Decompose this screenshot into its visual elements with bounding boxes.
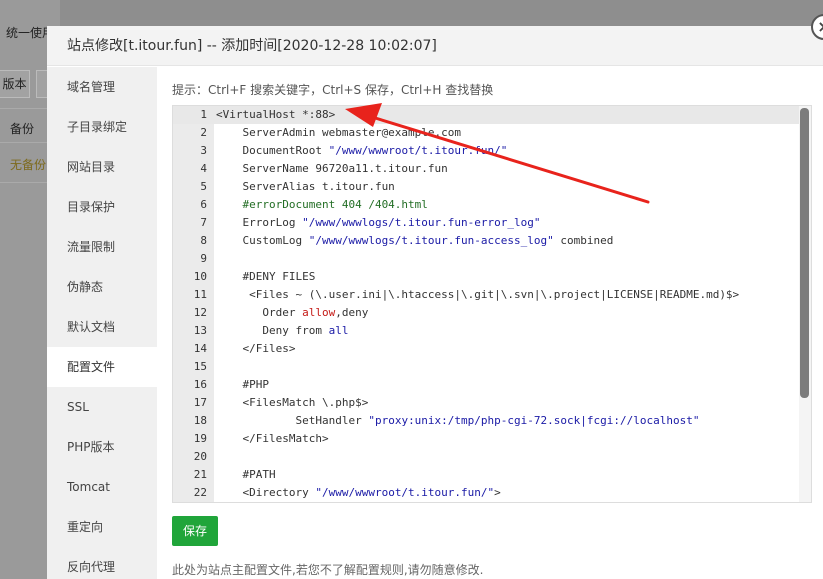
arrow-shaft: [370, 115, 650, 204]
annotation-arrow: [345, 103, 650, 204]
arrow-head: [345, 103, 382, 127]
